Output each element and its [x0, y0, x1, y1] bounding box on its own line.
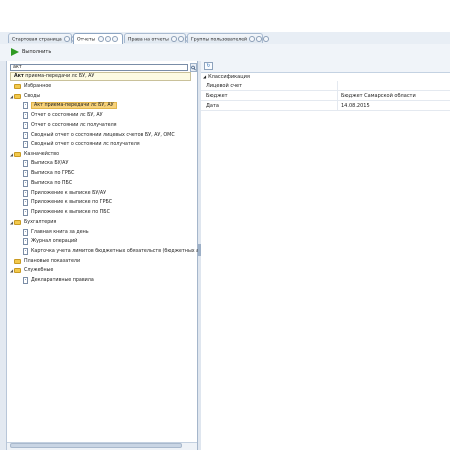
tab-refresh-icon[interactable] [64, 36, 71, 42]
tab-label: Права на отчеты [128, 37, 169, 43]
report-icon [23, 159, 28, 167]
search-suggestion[interactable]: Акт приема-передачи лс БУ, АУ [10, 72, 191, 81]
report-icon [23, 131, 28, 139]
tab-start-page[interactable]: Стартовая страница [8, 33, 85, 43]
report-icon [23, 169, 28, 177]
run-button[interactable]: Выполнить [11, 46, 51, 58]
property-name: Дата [206, 102, 219, 109]
refresh-button[interactable]: ↻ [204, 62, 213, 70]
left-edge-strip [0, 61, 7, 450]
folder-icon [14, 83, 21, 89]
report-icon [23, 228, 28, 236]
tab-pin-icon[interactable] [178, 36, 185, 42]
property-group-title: Классификация [208, 73, 250, 80]
report-icon [23, 276, 28, 284]
tab-report-rights[interactable]: Права на отчеты [124, 33, 192, 43]
play-icon [11, 48, 19, 56]
tree-folder-service[interactable]: ◢ Служебные [9, 265, 53, 275]
tab-pin-icon[interactable] [256, 36, 263, 42]
tab-label: Стартовая страница [12, 37, 62, 43]
report-icon [23, 140, 28, 148]
tab-label: Группы пользователей [191, 37, 248, 43]
tree-item-report[interactable]: Отчет о состоянии лс получателя [23, 120, 117, 130]
run-button-label: Выполнить [22, 49, 52, 55]
tree-folder-accounting[interactable]: ◢ Бухгалтерия [9, 217, 56, 227]
toolbar: Выполнить [0, 44, 450, 62]
tree-item-report[interactable]: Сводный отчет о состоянии лс получателя [23, 139, 140, 149]
property-value[interactable]: Бюджет Самарской области [337, 91, 450, 100]
tree-item-report[interactable]: Выписка по ПБС [23, 178, 72, 188]
top-blank-area [0, 0, 450, 32]
tab-user-groups[interactable]: Группы пользователей [187, 33, 270, 43]
tree-folder-favorites[interactable]: Избранное [9, 81, 51, 91]
report-icon [23, 111, 28, 119]
tab-refresh-icon[interactable] [97, 36, 104, 42]
search-input[interactable]: акт [10, 64, 188, 71]
scrollbar-thumb[interactable] [10, 443, 182, 448]
tree-item-report[interactable]: Выписка по ГРБС [23, 168, 74, 178]
tree-item-report[interactable]: Выписка БУ/АУ [23, 158, 68, 168]
folder-icon [14, 93, 21, 99]
tree-item-report[interactable]: Акт приема-передачи лс БУ, АУ [23, 100, 117, 110]
tree-item-report[interactable]: Отчет о состоянии лс БУ, АУ [23, 110, 103, 120]
suggestion-match: Акт [14, 74, 24, 79]
folder-icon [14, 258, 21, 264]
folder-icon [14, 151, 21, 157]
report-icon [23, 198, 28, 206]
suggestion-rest: приема-передачи лс БУ, АУ [25, 74, 95, 79]
report-icon [23, 237, 28, 245]
report-icon [23, 208, 28, 216]
parameters-panel: ↻ ◢ Классификация Лицевой счет Бюджет Бю… [201, 61, 450, 450]
collapse-icon[interactable]: ◢ [203, 74, 206, 79]
reports-tree-panel: акт Акт приема-передачи лс БУ, АУ Избран… [7, 61, 233, 450]
tab-refresh-icon[interactable] [171, 36, 178, 42]
tree-item-report[interactable]: Декларативные правила [23, 275, 94, 285]
report-icon [23, 179, 28, 187]
refresh-icon: ↻ [206, 63, 211, 69]
tab-refresh-icon[interactable] [249, 36, 256, 42]
report-icon [23, 121, 28, 129]
parameters-toolbar: ↻ [201, 61, 450, 73]
report-icon [23, 247, 28, 255]
property-group-header[interactable]: ◢ Классификация [201, 73, 450, 80]
report-icon [23, 101, 28, 109]
tree-item-report[interactable]: Приложение к выписке по ГРБС [23, 197, 112, 207]
tab-pin-icon[interactable] [104, 36, 111, 42]
property-row-account[interactable]: Лицевой счет [201, 81, 450, 91]
tab-close-icon[interactable] [111, 36, 118, 42]
report-icon [23, 189, 28, 197]
tab-reports[interactable]: Отчеты [73, 33, 123, 44]
property-row-budget[interactable]: Бюджет Бюджет Самарской области [201, 91, 450, 101]
property-value[interactable]: 14.08.2015 [337, 101, 450, 110]
property-value[interactable] [337, 81, 450, 90]
folder-icon [14, 219, 21, 225]
tab-label: Отчеты [77, 37, 96, 43]
tree-item-report[interactable]: Журнал операций [23, 236, 77, 246]
tab-close-icon[interactable] [263, 36, 270, 42]
search-icon [191, 65, 196, 70]
tree-item-report[interactable]: Приложение к выписке по ПБС [23, 207, 110, 217]
search-button[interactable] [190, 63, 197, 72]
folder-icon [14, 267, 21, 273]
property-name: Бюджет [206, 92, 228, 99]
property-row-date[interactable]: Дата 14.08.2015 [201, 101, 450, 111]
property-name: Лицевой счет [206, 82, 243, 89]
